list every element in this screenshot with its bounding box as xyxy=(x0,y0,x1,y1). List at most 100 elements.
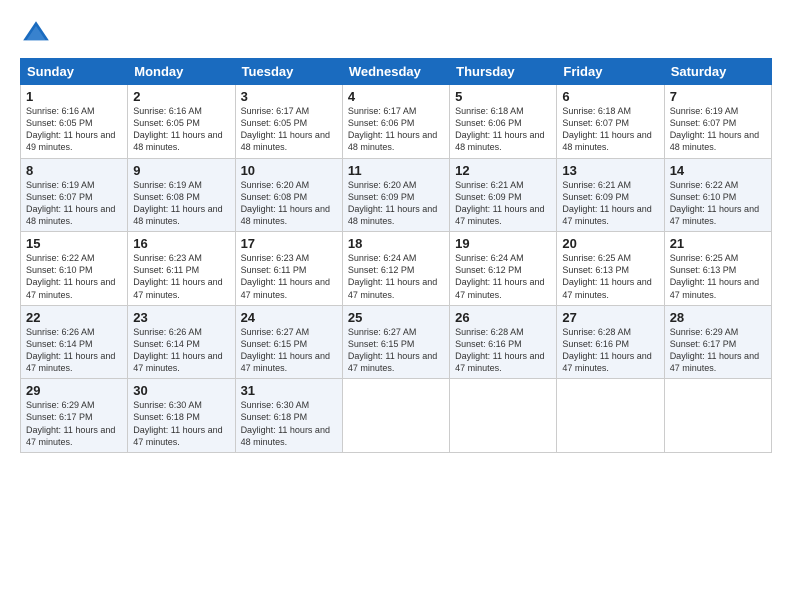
calendar-cell: 24Sunrise: 6:27 AMSunset: 6:15 PMDayligh… xyxy=(235,305,342,379)
calendar-cell: 8Sunrise: 6:19 AMSunset: 6:07 PMDaylight… xyxy=(21,158,128,232)
logo-icon xyxy=(20,18,52,50)
day-info: Sunrise: 6:24 AMSunset: 6:12 PMDaylight:… xyxy=(455,252,551,301)
calendar-cell: 27Sunrise: 6:28 AMSunset: 6:16 PMDayligh… xyxy=(557,305,664,379)
calendar-cell: 15Sunrise: 6:22 AMSunset: 6:10 PMDayligh… xyxy=(21,232,128,306)
calendar-cell: 2Sunrise: 6:16 AMSunset: 6:05 PMDaylight… xyxy=(128,85,235,159)
day-number: 5 xyxy=(455,89,551,104)
calendar-cell xyxy=(450,379,557,453)
day-number: 19 xyxy=(455,236,551,251)
day-info: Sunrise: 6:21 AMSunset: 6:09 PMDaylight:… xyxy=(562,179,658,228)
calendar-cell: 9Sunrise: 6:19 AMSunset: 6:08 PMDaylight… xyxy=(128,158,235,232)
day-info: Sunrise: 6:19 AMSunset: 6:07 PMDaylight:… xyxy=(26,179,122,228)
calendar-header-sunday: Sunday xyxy=(21,59,128,85)
day-number: 13 xyxy=(562,163,658,178)
calendar-week-row: 29Sunrise: 6:29 AMSunset: 6:17 PMDayligh… xyxy=(21,379,772,453)
day-info: Sunrise: 6:30 AMSunset: 6:18 PMDaylight:… xyxy=(133,399,229,448)
day-number: 10 xyxy=(241,163,337,178)
day-number: 24 xyxy=(241,310,337,325)
calendar-cell: 20Sunrise: 6:25 AMSunset: 6:13 PMDayligh… xyxy=(557,232,664,306)
calendar-cell: 5Sunrise: 6:18 AMSunset: 6:06 PMDaylight… xyxy=(450,85,557,159)
day-info: Sunrise: 6:17 AMSunset: 6:05 PMDaylight:… xyxy=(241,105,337,154)
day-info: Sunrise: 6:19 AMSunset: 6:08 PMDaylight:… xyxy=(133,179,229,228)
day-number: 3 xyxy=(241,89,337,104)
calendar-cell: 25Sunrise: 6:27 AMSunset: 6:15 PMDayligh… xyxy=(342,305,449,379)
header xyxy=(20,18,772,50)
calendar-week-row: 15Sunrise: 6:22 AMSunset: 6:10 PMDayligh… xyxy=(21,232,772,306)
calendar-cell: 13Sunrise: 6:21 AMSunset: 6:09 PMDayligh… xyxy=(557,158,664,232)
calendar-cell: 12Sunrise: 6:21 AMSunset: 6:09 PMDayligh… xyxy=(450,158,557,232)
calendar-cell: 23Sunrise: 6:26 AMSunset: 6:14 PMDayligh… xyxy=(128,305,235,379)
calendar-week-row: 22Sunrise: 6:26 AMSunset: 6:14 PMDayligh… xyxy=(21,305,772,379)
calendar-cell: 28Sunrise: 6:29 AMSunset: 6:17 PMDayligh… xyxy=(664,305,771,379)
day-info: Sunrise: 6:25 AMSunset: 6:13 PMDaylight:… xyxy=(670,252,766,301)
day-info: Sunrise: 6:19 AMSunset: 6:07 PMDaylight:… xyxy=(670,105,766,154)
day-number: 17 xyxy=(241,236,337,251)
calendar-header-row: SundayMondayTuesdayWednesdayThursdayFrid… xyxy=(21,59,772,85)
day-number: 16 xyxy=(133,236,229,251)
day-number: 8 xyxy=(26,163,122,178)
day-number: 1 xyxy=(26,89,122,104)
calendar-cell: 11Sunrise: 6:20 AMSunset: 6:09 PMDayligh… xyxy=(342,158,449,232)
calendar-week-row: 8Sunrise: 6:19 AMSunset: 6:07 PMDaylight… xyxy=(21,158,772,232)
logo xyxy=(20,18,58,50)
day-info: Sunrise: 6:29 AMSunset: 6:17 PMDaylight:… xyxy=(670,326,766,375)
calendar-cell: 29Sunrise: 6:29 AMSunset: 6:17 PMDayligh… xyxy=(21,379,128,453)
calendar-cell xyxy=(664,379,771,453)
calendar-cell: 17Sunrise: 6:23 AMSunset: 6:11 PMDayligh… xyxy=(235,232,342,306)
day-number: 27 xyxy=(562,310,658,325)
day-number: 22 xyxy=(26,310,122,325)
calendar-cell: 22Sunrise: 6:26 AMSunset: 6:14 PMDayligh… xyxy=(21,305,128,379)
day-number: 26 xyxy=(455,310,551,325)
day-info: Sunrise: 6:17 AMSunset: 6:06 PMDaylight:… xyxy=(348,105,444,154)
day-info: Sunrise: 6:21 AMSunset: 6:09 PMDaylight:… xyxy=(455,179,551,228)
calendar-cell xyxy=(557,379,664,453)
day-info: Sunrise: 6:29 AMSunset: 6:17 PMDaylight:… xyxy=(26,399,122,448)
day-number: 2 xyxy=(133,89,229,104)
day-number: 23 xyxy=(133,310,229,325)
calendar-header-friday: Friday xyxy=(557,59,664,85)
calendar-header-thursday: Thursday xyxy=(450,59,557,85)
day-info: Sunrise: 6:20 AMSunset: 6:08 PMDaylight:… xyxy=(241,179,337,228)
page: SundayMondayTuesdayWednesdayThursdayFrid… xyxy=(0,0,792,612)
day-info: Sunrise: 6:16 AMSunset: 6:05 PMDaylight:… xyxy=(133,105,229,154)
day-info: Sunrise: 6:18 AMSunset: 6:07 PMDaylight:… xyxy=(562,105,658,154)
day-number: 9 xyxy=(133,163,229,178)
day-number: 28 xyxy=(670,310,766,325)
calendar-cell: 31Sunrise: 6:30 AMSunset: 6:18 PMDayligh… xyxy=(235,379,342,453)
calendar-header-tuesday: Tuesday xyxy=(235,59,342,85)
calendar-cell: 30Sunrise: 6:30 AMSunset: 6:18 PMDayligh… xyxy=(128,379,235,453)
calendar-table: SundayMondayTuesdayWednesdayThursdayFrid… xyxy=(20,58,772,453)
day-info: Sunrise: 6:30 AMSunset: 6:18 PMDaylight:… xyxy=(241,399,337,448)
day-info: Sunrise: 6:28 AMSunset: 6:16 PMDaylight:… xyxy=(455,326,551,375)
day-number: 11 xyxy=(348,163,444,178)
day-number: 25 xyxy=(348,310,444,325)
day-info: Sunrise: 6:18 AMSunset: 6:06 PMDaylight:… xyxy=(455,105,551,154)
day-number: 21 xyxy=(670,236,766,251)
day-info: Sunrise: 6:22 AMSunset: 6:10 PMDaylight:… xyxy=(26,252,122,301)
day-info: Sunrise: 6:16 AMSunset: 6:05 PMDaylight:… xyxy=(26,105,122,154)
day-info: Sunrise: 6:23 AMSunset: 6:11 PMDaylight:… xyxy=(133,252,229,301)
calendar-cell: 4Sunrise: 6:17 AMSunset: 6:06 PMDaylight… xyxy=(342,85,449,159)
calendar-cell: 10Sunrise: 6:20 AMSunset: 6:08 PMDayligh… xyxy=(235,158,342,232)
day-info: Sunrise: 6:22 AMSunset: 6:10 PMDaylight:… xyxy=(670,179,766,228)
day-number: 30 xyxy=(133,383,229,398)
calendar-cell: 7Sunrise: 6:19 AMSunset: 6:07 PMDaylight… xyxy=(664,85,771,159)
calendar-cell: 14Sunrise: 6:22 AMSunset: 6:10 PMDayligh… xyxy=(664,158,771,232)
day-number: 7 xyxy=(670,89,766,104)
day-info: Sunrise: 6:26 AMSunset: 6:14 PMDaylight:… xyxy=(133,326,229,375)
day-number: 4 xyxy=(348,89,444,104)
day-number: 20 xyxy=(562,236,658,251)
calendar-cell: 3Sunrise: 6:17 AMSunset: 6:05 PMDaylight… xyxy=(235,85,342,159)
day-info: Sunrise: 6:26 AMSunset: 6:14 PMDaylight:… xyxy=(26,326,122,375)
day-info: Sunrise: 6:27 AMSunset: 6:15 PMDaylight:… xyxy=(348,326,444,375)
calendar-cell: 6Sunrise: 6:18 AMSunset: 6:07 PMDaylight… xyxy=(557,85,664,159)
calendar-cell: 1Sunrise: 6:16 AMSunset: 6:05 PMDaylight… xyxy=(21,85,128,159)
day-number: 14 xyxy=(670,163,766,178)
calendar-cell: 18Sunrise: 6:24 AMSunset: 6:12 PMDayligh… xyxy=(342,232,449,306)
day-info: Sunrise: 6:23 AMSunset: 6:11 PMDaylight:… xyxy=(241,252,337,301)
calendar-cell: 16Sunrise: 6:23 AMSunset: 6:11 PMDayligh… xyxy=(128,232,235,306)
calendar-cell: 19Sunrise: 6:24 AMSunset: 6:12 PMDayligh… xyxy=(450,232,557,306)
day-info: Sunrise: 6:25 AMSunset: 6:13 PMDaylight:… xyxy=(562,252,658,301)
day-number: 31 xyxy=(241,383,337,398)
calendar-week-row: 1Sunrise: 6:16 AMSunset: 6:05 PMDaylight… xyxy=(21,85,772,159)
